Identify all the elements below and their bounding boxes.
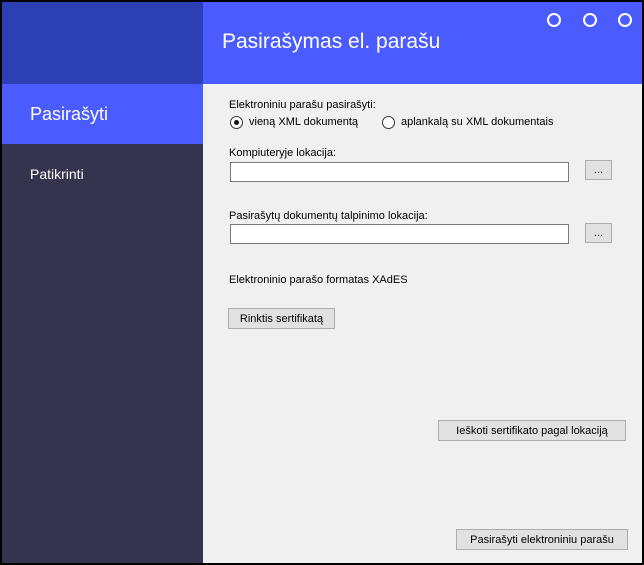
- output-location-label: Pasirašytų dokumentų talpinimo lokacija:: [229, 210, 428, 222]
- choose-certificate-button[interactable]: Rinktis sertifikatą: [228, 308, 335, 329]
- header-bar: Pasirašymas el. parašu: [203, 2, 642, 84]
- sidebar-item-label: Pasirašyti: [30, 103, 109, 124]
- app-window: Pasirašyti Patikrinti Pasirašymas el. pa…: [2, 2, 642, 563]
- radio-folder-documents[interactable]: [382, 116, 395, 129]
- output-location-input[interactable]: [230, 224, 569, 244]
- find-certificate-by-location-button[interactable]: Ieškoti sertifikato pagal lokaciją: [438, 420, 626, 441]
- location-input[interactable]: [230, 162, 569, 182]
- radio-folder-documents-label[interactable]: aplankalą su XML dokumentais: [401, 116, 553, 128]
- output-browse-button[interactable]: ...: [585, 223, 612, 243]
- sidebar-item-pasirasyti[interactable]: Pasirašyti: [2, 84, 203, 144]
- sign-type-label: Elektroniniu parašu pasirašyti:: [229, 99, 376, 111]
- sidebar-logo-area: [2, 2, 203, 84]
- location-browse-button[interactable]: ...: [585, 160, 612, 180]
- sidebar-item-label: Patikrinti: [30, 166, 84, 182]
- radio-single-document[interactable]: [230, 116, 243, 129]
- minimize-circle-icon[interactable]: [547, 13, 561, 27]
- sign-electronically-button[interactable]: Pasirašyti elektroniniu parašu: [456, 529, 628, 550]
- maximize-circle-icon[interactable]: [583, 13, 597, 27]
- radio-single-document-label[interactable]: vieną XML dokumentą: [249, 116, 358, 128]
- location-label: Kompiuteryje lokacija:: [229, 147, 336, 159]
- page-title: Pasirašymas el. parašu: [222, 30, 441, 53]
- signature-format-text: Elektroninio parašo formatas XAdES: [229, 274, 408, 286]
- sidebar-item-patikrinti[interactable]: Patikrinti: [2, 144, 203, 204]
- close-circle-icon[interactable]: [618, 13, 632, 27]
- sidebar: Pasirašyti Patikrinti: [2, 2, 203, 563]
